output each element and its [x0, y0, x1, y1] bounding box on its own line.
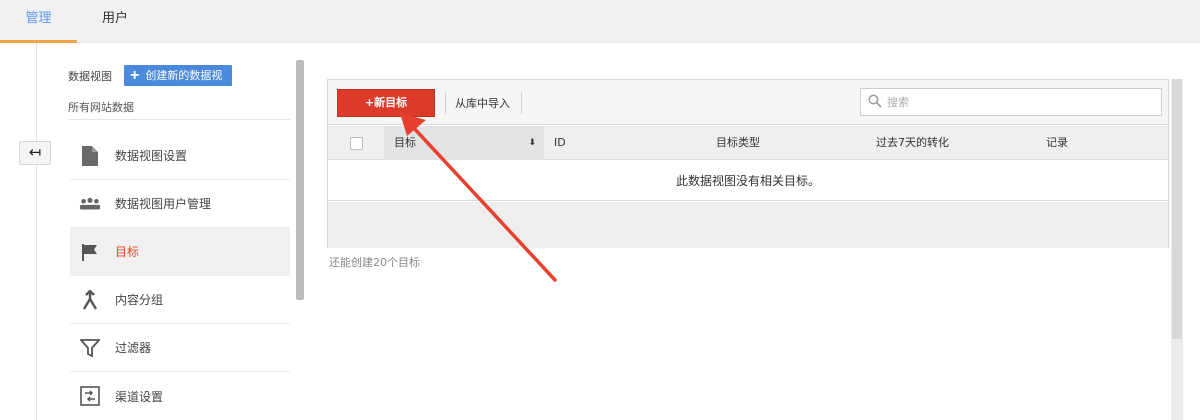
- sidebar-item-content-grouping[interactable]: 内容分组: [70, 276, 290, 324]
- column-header-id[interactable]: ID: [554, 126, 566, 160]
- create-view-label: 创建新的数据视图: [130, 70, 223, 103]
- divider: [68, 119, 290, 120]
- goals-panel: +新目标 从库中导入 目标 ⬇ ID 目标类型 过去7天的转化 记录 此数据视图…: [327, 79, 1169, 248]
- sidebar-item-label: 目标: [115, 245, 140, 259]
- toolbar-divider: [445, 92, 446, 114]
- search-input[interactable]: [860, 88, 1162, 116]
- new-goal-button[interactable]: +新目标: [337, 89, 435, 117]
- search-icon: [868, 94, 884, 110]
- tab-user[interactable]: 用户: [77, 0, 153, 43]
- table-footer: [328, 202, 1168, 248]
- sidebar-item-view-settings[interactable]: 数据视图设置: [70, 132, 290, 180]
- sidebar-item-channel-settings[interactable]: 渠道设置: [70, 372, 290, 420]
- users-icon: [79, 193, 101, 215]
- sidebar-item-filters[interactable]: 过滤器: [70, 324, 290, 372]
- sidebar-item-label: 数据视图用户管理: [115, 197, 212, 211]
- page-scrollbar[interactable]: [1171, 79, 1183, 420]
- scrollbar-thumb[interactable]: [1172, 79, 1182, 339]
- goal-quota-note: 还能创建20个目标: [329, 256, 420, 269]
- top-bar: 管理 用户: [0, 0, 1200, 43]
- column-header-recording[interactable]: 记录: [1046, 126, 1068, 160]
- sidebar-scrollbar[interactable]: [296, 60, 304, 300]
- column-header-goal[interactable]: 目标 ⬇: [384, 126, 544, 160]
- column-header-conversions[interactable]: 过去7天的转化: [876, 126, 949, 160]
- view-name: 所有网站数据: [68, 101, 134, 114]
- sort-arrow-icon: ⬇: [528, 138, 536, 148]
- import-from-gallery-link[interactable]: 从库中导入: [455, 95, 510, 111]
- channel-settings-icon: [79, 385, 101, 407]
- sidebar-item-label: 过滤器: [115, 341, 152, 355]
- tab-admin[interactable]: 管理: [0, 0, 77, 43]
- sidebar-item-label: 数据视图设置: [115, 149, 188, 163]
- select-all-checkbox[interactable]: [350, 137, 363, 150]
- column-header-goal-type[interactable]: 目标类型: [716, 126, 760, 160]
- column-label: 目标: [394, 136, 416, 149]
- flag-icon: [79, 241, 101, 263]
- sidebar-item-goals[interactable]: 目标: [70, 228, 290, 276]
- back-arrow-icon: ↤: [28, 143, 42, 161]
- table-header: 目标 ⬇ ID 目标类型 过去7天的转化 记录: [328, 126, 1168, 160]
- plus-icon: +: [130, 67, 140, 84]
- back-button[interactable]: ↤: [19, 141, 51, 165]
- filter-icon: [79, 337, 101, 359]
- empty-table-message: 此数据视图没有相关目标。: [328, 161, 1168, 201]
- create-view-button[interactable]: + 创建新的数据视图: [124, 65, 232, 103]
- view-label: 数据视图: [68, 70, 112, 83]
- sidebar-guide-line: [36, 43, 37, 420]
- sidebar-item-label: 渠道设置: [115, 389, 164, 404]
- document-icon: [79, 145, 101, 167]
- sidebar-item-label: 内容分组: [115, 293, 164, 307]
- merge-icon: [79, 289, 101, 311]
- sidebar-item-user-management[interactable]: 数据视图用户管理: [70, 180, 290, 228]
- toolbar-divider: [521, 92, 522, 114]
- goals-toolbar: +新目标 从库中导入: [328, 80, 1168, 125]
